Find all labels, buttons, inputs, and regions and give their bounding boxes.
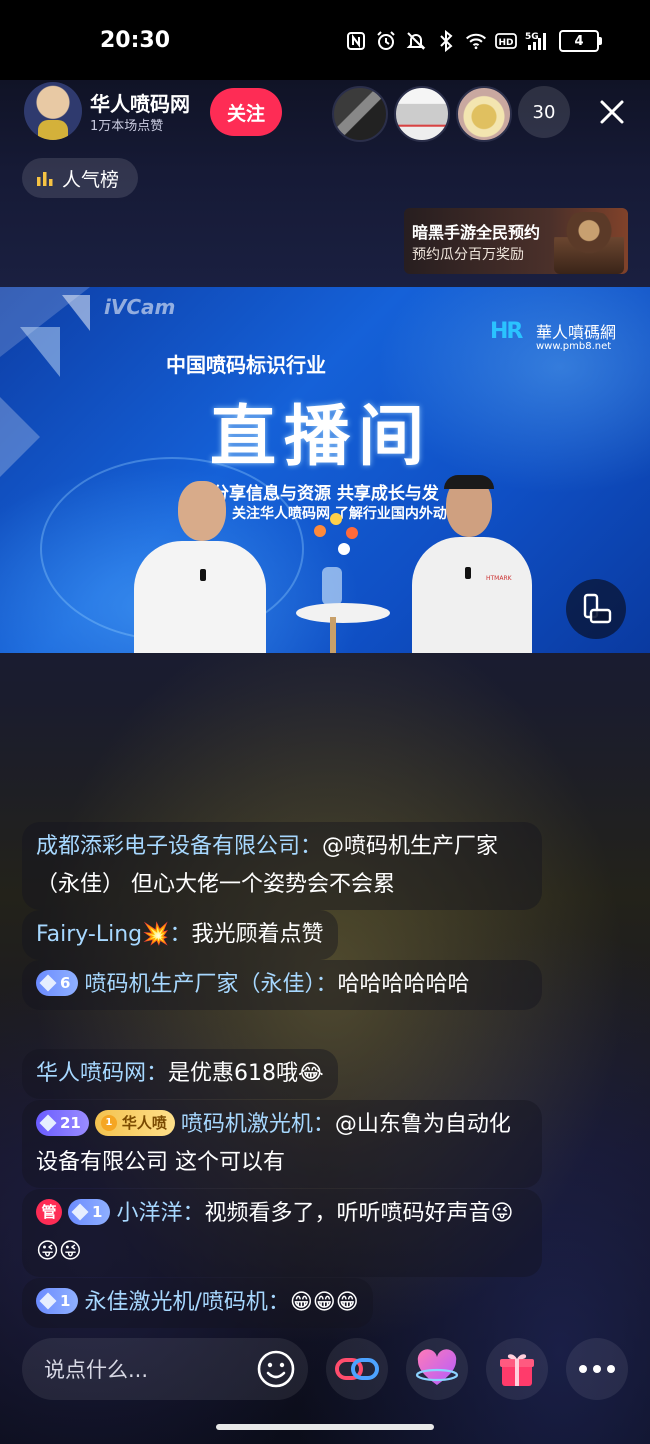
chat-message[interactable]: Fairy-Ling💥：我光顾着点赞 <box>22 910 338 960</box>
follow-button[interactable]: 关注 <box>210 88 282 136</box>
video-decoration <box>0 397 40 477</box>
video-decoration <box>20 327 60 377</box>
host-avatar[interactable] <box>24 82 82 140</box>
side-table <box>296 603 390 623</box>
level-badge: 1 <box>68 1199 111 1225</box>
chat-message[interactable]: 1 永佳激光机/喷码机：😁😁😁 <box>22 1278 373 1328</box>
svg-text:5G: 5G <box>525 32 539 42</box>
emoji-button[interactable] <box>256 1349 296 1389</box>
chat-message[interactable]: 21 1 华人喷 喷码机激光机：@山东鲁为自动化设备有限公司 这个可以有 <box>22 1100 542 1188</box>
chat-username[interactable]: 喷码机激光机： <box>181 1112 335 1137</box>
signal-icon: 5G <box>525 30 551 52</box>
close-button[interactable] <box>590 90 634 134</box>
chat-message[interactable]: 管 1 小洋洋：视频看多了，听听喷码好声音😜😜😜 <box>22 1189 542 1277</box>
flower <box>314 525 326 537</box>
chat-username[interactable]: 成都添彩电子设备有限公司： <box>36 834 322 859</box>
video-watermark: iVCam <box>104 295 176 319</box>
more-button[interactable] <box>566 1338 628 1400</box>
more-icon <box>579 1365 615 1373</box>
viewer-count[interactable]: 30 <box>518 86 570 138</box>
gift-icon <box>500 1354 534 1386</box>
chat-text: 是优惠618哦😂 <box>168 1061 324 1086</box>
gift-button[interactable] <box>486 1338 548 1400</box>
chat-username[interactable]: 喷码机生产厂家（永佳）： <box>84 972 337 997</box>
viewer-avatar[interactable] <box>394 86 450 142</box>
popularity-rank-button[interactable]: 人气榜 <box>22 158 138 198</box>
flower <box>338 543 350 555</box>
battery-indicator: 4 <box>559 30 602 52</box>
like-button[interactable] <box>406 1338 468 1400</box>
level-badge: 6 <box>36 970 79 996</box>
svg-text:HD: HD <box>498 38 513 48</box>
link-button[interactable] <box>326 1338 388 1400</box>
bar-chart-icon <box>37 172 53 186</box>
chat-text: 我光顾着点赞 <box>191 922 324 947</box>
logo-mark: HR <box>490 319 523 344</box>
flower <box>330 513 342 525</box>
host-likes: 1万本场点赞 <box>90 119 164 134</box>
heart-badge-icon: 1 <box>100 1115 117 1131</box>
hd-icon: HD <box>495 30 517 52</box>
chat-message[interactable]: 华人喷码网：是优惠618哦😂 <box>22 1049 338 1099</box>
video-subtitle: 中国喷码标识行业 <box>166 353 326 377</box>
game-ad-banner[interactable]: 暗黑手游全民预约 预约瓜分百万奖励 <box>404 208 628 274</box>
chat-text: 哈哈哈哈哈哈 <box>337 972 470 997</box>
shirt-logo: HTMARK <box>486 575 512 582</box>
mute-bell-icon <box>405 30 427 52</box>
smiley-icon <box>257 1350 295 1388</box>
table-leg <box>330 617 336 653</box>
diamond-icon <box>39 1292 57 1310</box>
link-icon <box>335 1358 379 1380</box>
host-person-right: HTMARK <box>410 475 536 653</box>
video-decoration <box>62 295 90 331</box>
logo-text: 華人噴碼網 <box>536 323 617 342</box>
status-time: 20:30 <box>100 28 171 53</box>
level-badge: 1 <box>36 1288 79 1314</box>
status-icons: HD 5G 4 <box>345 28 602 54</box>
fan-club-badge: 1 华人喷 <box>94 1110 175 1136</box>
video-title: 直播间 <box>210 398 432 475</box>
logo-url: www.pmb8.net <box>536 341 612 352</box>
diamond-icon <box>39 974 57 992</box>
host-person-left <box>130 477 270 653</box>
diamond-icon <box>71 1203 89 1221</box>
rank-label: 人气榜 <box>62 168 120 191</box>
live-video[interactable]: iVCam HR 華人噴碼網 www.pmb8.net 中国喷码标识行业 直播间… <box>0 287 650 653</box>
home-indicator[interactable] <box>216 1424 434 1430</box>
heart-icon <box>415 1349 459 1385</box>
ad-character-image <box>554 212 624 274</box>
admin-badge: 管 <box>36 1199 62 1225</box>
chat-text: 😁😁😁 <box>289 1290 359 1315</box>
comment-placeholder: 说点什么... <box>44 1358 149 1382</box>
nfc-icon <box>345 30 367 52</box>
viewer-avatar[interactable] <box>332 86 388 142</box>
close-icon <box>600 100 624 124</box>
flower <box>346 527 358 539</box>
vase <box>322 567 342 605</box>
ad-subtitle: 预约瓜分百万奖励 <box>412 247 524 263</box>
chat-username[interactable]: 华人喷码网： <box>36 1061 168 1086</box>
viewer-avatar[interactable] <box>456 86 512 142</box>
chat-username[interactable]: 永佳激光机/喷码机： <box>84 1290 289 1315</box>
chat-message[interactable]: 6 喷码机生产厂家（永佳）：哈哈哈哈哈哈 <box>22 960 542 1010</box>
diamond-icon <box>39 1114 57 1132</box>
alarm-icon <box>375 30 397 52</box>
chat-username[interactable]: Fairy-Ling💥： <box>36 922 192 947</box>
ad-title: 暗黑手游全民预约 <box>412 223 541 242</box>
level-badge: 21 <box>36 1110 89 1136</box>
wifi-icon <box>465 30 487 52</box>
bluetooth-icon <box>435 30 457 52</box>
chat-message[interactable]: 成都添彩电子设备有限公司：@喷码机生产厂家（永佳） 但心大佬一个姿势会不会累 <box>22 822 542 910</box>
host-name: 华人喷码网 <box>90 92 190 116</box>
rotate-screen-icon <box>583 593 612 624</box>
rotate-screen-button[interactable] <box>566 579 626 639</box>
chat-username[interactable]: 小洋洋： <box>116 1201 204 1226</box>
